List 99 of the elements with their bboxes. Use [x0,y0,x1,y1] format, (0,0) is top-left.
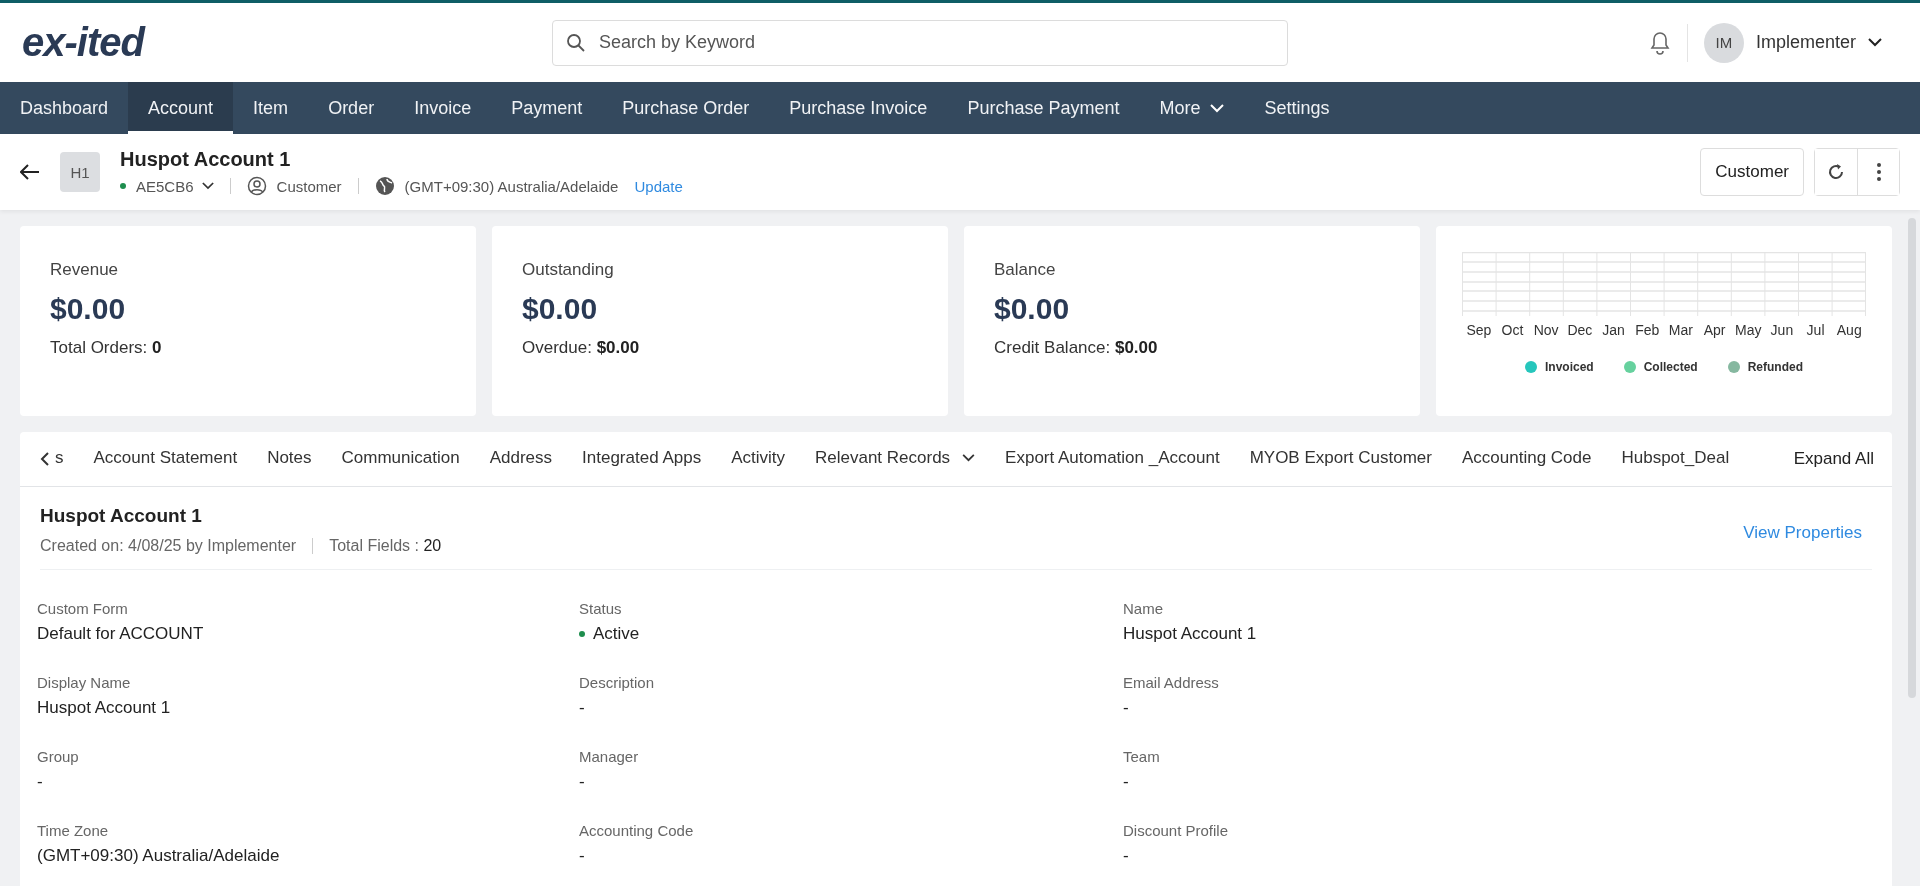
chevron-left-icon[interactable] [40,452,49,466]
kebab-menu-icon [1876,163,1881,181]
month-label: Oct [1500,322,1525,338]
section-tab[interactable]: Communication [326,432,475,486]
record-avatar: H1 [60,152,100,192]
notification-bell-icon[interactable] [1648,30,1671,55]
month-label: May [1734,322,1763,338]
card-label: Balance [994,260,1057,280]
field-label: Manager [579,748,640,765]
search-field[interactable]: Search by Keyword [552,19,1288,66]
field-label: Display Name [37,674,132,691]
nav-tab[interactable]: Order [308,82,395,134]
section-title: Huspot Account 1 [40,505,203,527]
month-label: Nov [1532,322,1560,338]
field-label: Name [1123,600,1164,617]
card-label: Outstanding [522,260,615,280]
created-info: Created on: 4/08/25 by Implementer [40,537,297,555]
chevron-down-icon [1868,38,1882,47]
update-link[interactable]: Update [634,177,683,195]
field-value: Default for ACCOUNT [37,624,205,644]
nav-tab[interactable]: Item [233,82,309,134]
month-label: Jan [1601,322,1626,338]
section-tab[interactable]: Hubspot_Deal [1606,432,1745,486]
section-tab[interactable]: Account Statement [78,432,253,486]
field-label: Accounting Code [579,822,695,839]
nav-tab[interactable]: Purchase Payment [947,82,1140,134]
section-tab[interactable]: s [49,432,79,486]
section-tab[interactable]: MYOB Export Customer [1234,432,1447,486]
field-value: Huspot Account 1 [37,698,172,718]
nav-tab[interactable]: Purchase Invoice [769,82,948,134]
timezone-text: (GMT+09:30) Australia/Adelaide [404,177,619,195]
chevron-down-icon [201,182,214,190]
month-label: Aug [1835,322,1863,338]
record-type: Customer [276,177,342,195]
month-label: Sep [1465,322,1493,338]
field-label: Email Address [1123,674,1220,691]
nav-tab[interactable]: More [1139,82,1245,134]
chevron-down-icon [1210,103,1225,113]
card-label: Revenue [50,260,120,280]
view-properties-link[interactable]: View Properties [1743,523,1862,543]
month-label: Jun [1769,322,1795,338]
legend-label: Collected [1643,360,1698,374]
card-amount: $0.00 [50,292,127,326]
card-amount: $0.00 [522,292,599,326]
nav-tab[interactable]: Purchase Order [602,82,770,134]
field-value: Active [593,624,640,644]
record-code-dropdown[interactable]: AE5CB6 [136,177,214,195]
section-tab[interactable]: Export Automation _Account [990,432,1235,486]
globe-icon [374,176,395,196]
card-subtext: Credit Balance: $0.00 [994,338,1159,358]
field-value: - [1123,698,1130,718]
section-tab[interactable]: Address [474,432,568,486]
refresh-icon [1826,162,1846,182]
field-label: Team [1123,748,1161,765]
record-title: Huspot Account 1 [120,148,292,171]
month-label: Jul [1805,322,1826,338]
customer-button[interactable]: Customer [1700,148,1804,196]
field-value: - [1123,846,1130,866]
section-tab[interactable]: Notes [252,432,327,486]
field-value: - [579,698,586,718]
field-value: - [579,772,586,792]
scrollbar[interactable] [1908,218,1916,698]
user-circle-icon [246,176,267,196]
card-amount: $0.00 [994,292,1071,326]
nav-tab[interactable]: Settings [1244,82,1350,134]
nav-tab[interactable]: Account [128,82,234,134]
expand-all-button[interactable]: Expand All [1787,448,1880,470]
nav-tab[interactable]: Dashboard [0,82,129,134]
field-value: - [37,772,44,792]
field-label: Description [579,674,656,691]
section-tab[interactable]: Integrated Apps [567,432,717,486]
field-value: Huspot Account 1 [1123,624,1258,644]
back-arrow-icon[interactable] [20,164,40,180]
card-subtext: Total Orders: 0 [50,338,163,358]
field-value: (GMT+09:30) Australia/Adelaide [37,846,281,866]
total-fields: Total Fields : 20 [329,537,442,555]
section-tab[interactable]: Relevant Records [800,432,991,486]
field-value: - [1123,772,1130,792]
user-menu[interactable]: IM Implementer [1703,22,1882,63]
field-label: Time Zone [37,822,110,839]
company-logo[interactable]: ex-ited [22,20,552,65]
field-label: Custom Form [37,600,129,617]
field-value: - [579,846,586,866]
month-label: Feb [1634,322,1661,338]
nav-tab[interactable]: Payment [491,82,603,134]
legend-label: Invoiced [1544,360,1594,374]
field-label: Status [579,600,623,617]
field-label: Discount Profile [1123,822,1230,839]
user-avatar: IM [1703,22,1744,63]
nav-tab[interactable]: Invoice [394,82,492,134]
month-label: Mar [1667,322,1694,338]
section-tab[interactable]: Activity [716,432,800,486]
legend-label: Refunded [1747,360,1803,374]
month-label: Apr [1702,322,1727,338]
section-tab[interactable]: Accounting Code [1446,432,1607,486]
chevron-down-icon [962,454,976,462]
card-subtext: Overdue: $0.00 [522,338,641,358]
field-label: Group [37,748,80,765]
month-label: Dec [1566,322,1594,338]
